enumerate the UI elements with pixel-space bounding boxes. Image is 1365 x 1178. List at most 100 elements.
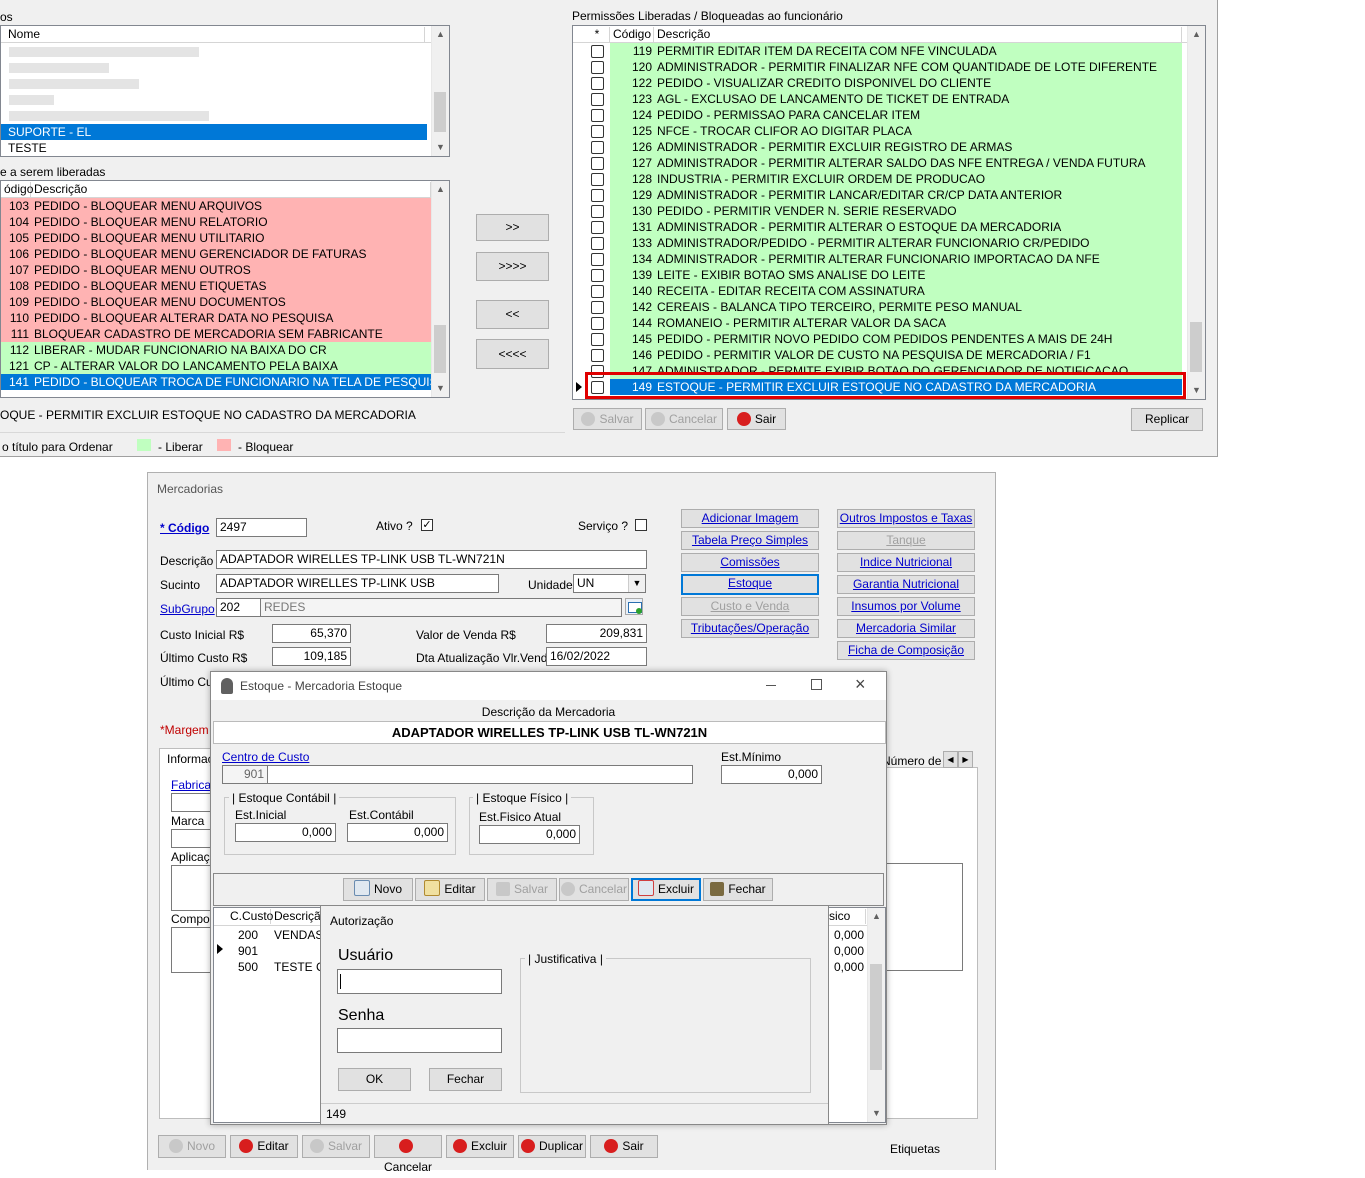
granted-row[interactable]: 123 AGL - EXCLUSAO DE LANCAMENTO DE TICKE… [585,91,1182,107]
row-checkbox[interactable] [591,61,604,74]
granted-row[interactable]: 146 PEDIDO - PERMITIR VALOR DE CUSTO NA P… [585,347,1182,363]
servico-checkbox[interactable] [635,519,647,531]
salvar-button[interactable]: Salvar [487,878,557,901]
centro-custo-label[interactable]: Centro de Custo [222,750,309,764]
granted-row[interactable]: 140 RECEITA - EDITAR RECEITA COM ASSINATU… [585,283,1182,299]
centro-custo-code[interactable]: 901 [222,765,268,784]
etiquetas-label[interactable]: Etiquetas [890,1142,940,1156]
estoque-link[interactable]: Estoque [681,574,819,595]
user-row[interactable] [1,108,431,124]
row-checkbox[interactable] [591,349,604,362]
granted-row[interactable]: 133 ADMINISTRADOR/PEDIDO - PERMITIR ALTER… [585,235,1182,251]
dta-atualizacao-field[interactable]: 16/02/2022 [546,647,647,666]
users-header[interactable]: Nome [5,27,425,42]
duplicar-button[interactable]: Duplicar [518,1135,586,1158]
row-checkbox[interactable] [591,333,604,346]
valor-venda-field[interactable]: 209,831 [546,624,647,643]
sucinto-field[interactable]: ADAPTADOR WIRELLES TP-LINK USB [216,574,499,593]
granted-permissions-list[interactable]: * Código Descrição 119 PERMITIR EDITAR IT… [572,25,1206,400]
tab-scroll-right-icon[interactable]: ▶ [958,751,973,768]
granted-row[interactable]: 131 ADMINISTRADOR - PERMITIR ALTERAR O ES… [585,219,1182,235]
est-fisico-field[interactable]: 0,000 [479,825,580,844]
outros-impostos-link[interactable]: Outros Impostos e Taxas [837,509,975,528]
tanque-link[interactable]: Tanque [837,531,975,550]
row-checkbox[interactable] [591,173,604,186]
scroll-up-icon[interactable]: ▲ [432,26,449,43]
row-checkbox[interactable] [591,301,604,314]
blocked-scrollbar[interactable]: ▲ ▼ [431,181,449,397]
user-row[interactable] [1,44,431,60]
garantia-nutricional-link[interactable]: Garantia Nutricional [837,575,975,594]
row-checkbox[interactable] [591,125,604,138]
est-contabil-field[interactable]: 0,000 [347,823,448,842]
cancelar-button[interactable]: Cancelar [374,1135,442,1174]
est-inicial-field[interactable]: 0,000 [235,823,336,842]
subgrupo-label[interactable]: SubGrupo [160,602,215,616]
row-checkbox[interactable] [591,285,604,298]
custo-venda-link[interactable]: Custo e Venda [681,597,819,616]
blocked-row[interactable]: 110 PEDIDO - BLOQUEAR ALTERAR DATA NO PES… [1,310,431,326]
row-checkbox[interactable] [591,77,604,90]
editar-button[interactable]: Editar [415,878,485,901]
salvar-button[interactable]: Salvar [573,408,642,430]
granted-row[interactable]: 120 ADMINISTRADOR - PERMITIR FINALIZAR NF… [585,59,1182,75]
row-checkbox[interactable] [591,205,604,218]
codigo-field[interactable]: 2497 [216,518,307,537]
granted-row[interactable]: 139 LEITE - EXIBIR BOTAO SMS ANALISE DO L… [585,267,1182,283]
blocked-row[interactable]: 105 PEDIDO - BLOQUEAR MENU UTILITARIO [1,230,431,246]
blocked-row[interactable]: 109 PEDIDO - BLOQUEAR MENU DOCUMENTOS [1,294,431,310]
row-checkbox[interactable] [591,253,604,266]
row-checkbox[interactable] [591,93,604,106]
col-ccusto-header[interactable]: C.Custo [227,909,273,924]
row-checkbox[interactable] [591,45,604,58]
user-row-selected[interactable]: SUPORTE - EL [1,124,427,140]
indice-nutricional-link[interactable]: Indice Nutricional [837,553,975,572]
cancelar-button[interactable]: Cancelar [559,878,629,901]
ok-button[interactable]: OK [338,1068,411,1091]
adicionar-imagem-link[interactable]: Adicionar Imagem [681,509,819,528]
granted-row[interactable]: 128 INDUSTRIA - PERMITIR EXCLUIR ORDEM DE… [585,171,1182,187]
unidade-select[interactable]: UN ▼ [573,574,646,593]
row-checkbox[interactable] [591,157,604,170]
fechar-button[interactable]: Fechar [703,878,773,901]
scroll-up-icon[interactable]: ▲ [432,181,449,198]
blocked-row[interactable]: 103 PEDIDO - BLOQUEAR MENU ARQUIVOS [1,198,431,214]
row-checkbox[interactable] [591,269,604,282]
row-checkbox[interactable] [591,141,604,154]
row-checkbox[interactable] [591,189,604,202]
granted-row[interactable]: 119 PERMITIR EDITAR ITEM DA RECEITA COM N… [585,43,1182,59]
replicar-button[interactable]: Replicar [1131,408,1203,431]
ultimo-custo-field[interactable]: 109,185 [272,647,351,666]
scroll-down-icon[interactable]: ▼ [868,1105,885,1122]
codigo-label[interactable]: * Código [160,521,209,535]
novo-button[interactable]: Novo [158,1135,226,1158]
grid-scrollbar[interactable]: ▲ ▼ [867,908,885,1122]
move-all-left-button[interactable]: <<<< [476,339,549,369]
minimize-icon[interactable] [766,685,776,686]
row-checkbox[interactable] [591,317,604,330]
row-checkbox[interactable] [591,109,604,122]
scroll-down-icon[interactable]: ▼ [432,139,449,156]
fechar-button[interactable]: Fechar [429,1068,502,1091]
row-checkbox[interactable] [591,221,604,234]
mercadoria-similar-link[interactable]: Mercadoria Similar [837,619,975,638]
scroll-up-icon[interactable]: ▲ [1188,26,1205,43]
search-window-icon[interactable] [625,598,643,615]
blocked-row[interactable]: 108 PEDIDO - BLOQUEAR MENU ETIQUETAS [1,278,431,294]
col-codigo-header[interactable]: Código [610,27,654,42]
subgrupo-code-field[interactable]: 202 [216,598,261,617]
granted-row[interactable]: 142 CEREAIS - BALANCA TIPO TERCEIRO, PERM… [585,299,1182,315]
granted-row[interactable]: 144 ROMANEIO - PERMITIR ALTERAR VALOR DA … [585,315,1182,331]
cancelar-button[interactable]: Cancelar [645,408,723,430]
blocked-row[interactable]: 107 PEDIDO - BLOQUEAR MENU OUTROS [1,262,431,278]
user-row[interactable]: TESTE [1,140,431,156]
user-row[interactable] [1,76,431,92]
sair-button[interactable]: Sair [727,408,786,430]
users-scrollbar[interactable]: ▲ ▼ [431,26,449,156]
est-minimo-field[interactable]: 0,000 [721,765,822,784]
blocked-row[interactable]: 104 PEDIDO - BLOQUEAR MENU RELATORIO [1,214,431,230]
granted-row[interactable]: 134 ADMINISTRADOR - PERMITIR ALTERAR FUNC… [585,251,1182,267]
granted-row[interactable]: 125 NFCE - TROCAR CLIFOR AO DIGITAR PLACA [585,123,1182,139]
comissoes-link[interactable]: Comissões [681,553,819,572]
scroll-up-icon[interactable]: ▲ [868,908,885,925]
